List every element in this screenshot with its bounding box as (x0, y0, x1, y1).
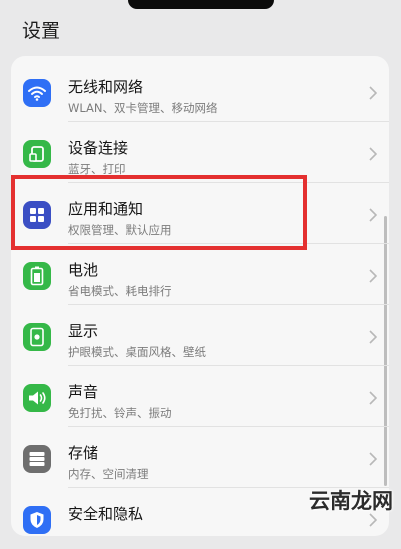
settings-item-subtitle: WLAN、双卡管理、移动网络 (68, 101, 218, 115)
chevron-right-icon (369, 268, 378, 287)
settings-item-title: 存储 (68, 444, 99, 462)
chevron-right-icon (369, 146, 378, 165)
settings-item-subtitle: 省电模式、耗电排行 (68, 284, 172, 298)
chevron-right-icon (369, 85, 378, 104)
settings-item-title: 声音 (68, 383, 99, 401)
chevron-right-icon (369, 451, 378, 470)
settings-item-title: 电池 (68, 261, 99, 279)
settings-item-device-connection[interactable]: 设备连接 蓝牙、打印 (11, 122, 389, 183)
display-icon (23, 323, 51, 351)
settings-item-subtitle: 权限管理、默认应用 (68, 223, 172, 237)
settings-item-display[interactable]: 显示 护眼模式、桌面风格、壁纸 (11, 305, 389, 366)
camera-notch (128, 0, 274, 9)
settings-item-subtitle: 蓝牙、打印 (68, 162, 126, 176)
settings-item-wireless-network[interactable]: 无线和网络 WLAN、双卡管理、移动网络 (11, 61, 389, 122)
settings-item-subtitle: 内存、空间清理 (68, 467, 149, 481)
settings-item-subtitle: 护眼模式、桌面风格、壁纸 (68, 345, 206, 359)
settings-item-title: 无线和网络 (68, 78, 144, 96)
device-connect-icon (23, 140, 51, 168)
storage-icon (23, 445, 51, 473)
wifi-icon (23, 79, 51, 107)
settings-item-title: 应用和通知 (68, 200, 144, 218)
settings-item-sound[interactable]: 声音 免打扰、铃声、振动 (11, 366, 389, 427)
watermark: 云南龙网 (309, 489, 393, 513)
settings-item-apps-notifications[interactable]: 应用和通知 权限管理、默认应用 (11, 183, 389, 244)
settings-item-title: 设备连接 (68, 139, 129, 157)
page-title: 设置 (22, 20, 61, 42)
apps-grid-icon (23, 201, 51, 229)
chevron-right-icon (369, 329, 378, 348)
chevron-right-icon (369, 207, 378, 226)
settings-item-battery[interactable]: 电池 省电模式、耗电排行 (11, 244, 389, 305)
settings-list: 无线和网络 WLAN、双卡管理、移动网络 设备连接 蓝牙、打印 应用和通知 权限… (11, 56, 389, 536)
battery-icon (23, 262, 51, 290)
settings-item-subtitle: 免打扰、铃声、振动 (68, 406, 172, 420)
shield-icon (23, 506, 51, 534)
sound-icon (23, 384, 51, 412)
chevron-right-icon (369, 390, 378, 409)
settings-item-storage[interactable]: 存储 内存、空间清理 (11, 427, 389, 488)
settings-item-title: 显示 (68, 322, 99, 340)
